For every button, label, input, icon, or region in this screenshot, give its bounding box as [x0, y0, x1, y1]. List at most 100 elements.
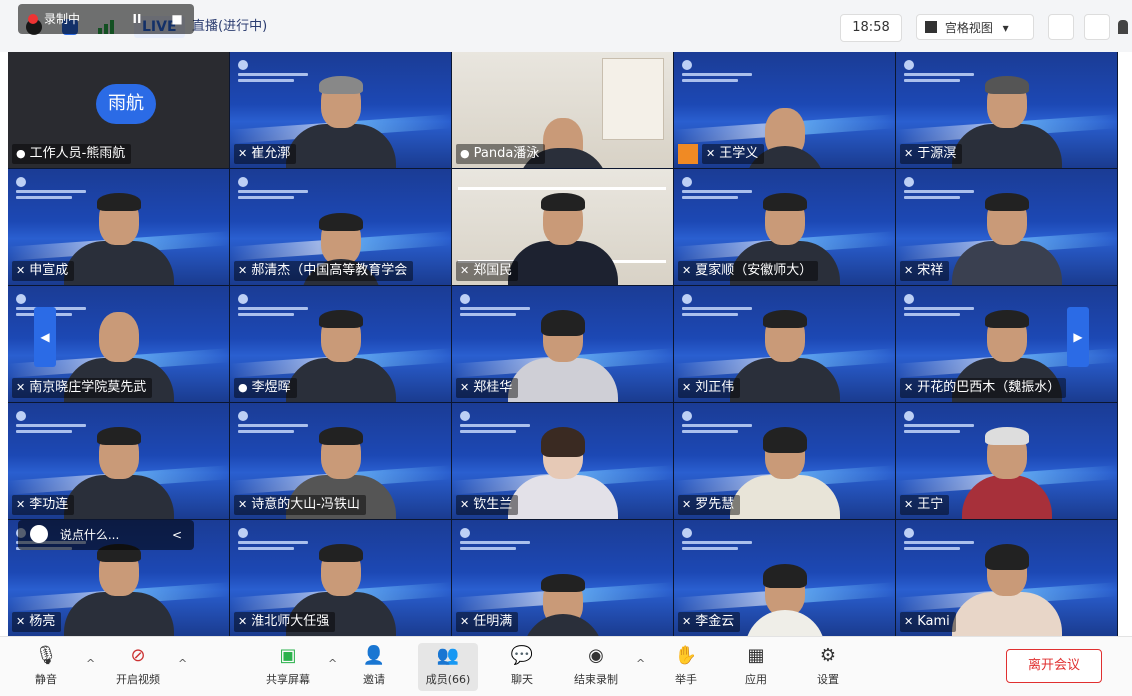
video-tile[interactable]: ✕ 申宣成: [8, 169, 229, 285]
participant-video: [744, 564, 825, 636]
video-tile[interactable]: ✕ 罗先慧: [674, 403, 895, 519]
participant-name: ✕ 任明满: [456, 612, 519, 632]
share-options-caret[interactable]: ^: [328, 657, 337, 670]
mute-button[interactable]: 🎙 静音: [16, 643, 76, 691]
grid-icon: [925, 21, 937, 33]
video-tile[interactable]: ✕ 郑桂华: [452, 286, 673, 402]
participant-name: ✕ 王宁: [900, 495, 950, 515]
video-tile[interactable]: ✕ 李金云: [674, 520, 895, 636]
participant-name: ✕ 开花的巴西木（魏振水）: [900, 378, 1067, 398]
participant-name: ✕ 李金云: [678, 612, 741, 632]
participant-video: [507, 310, 618, 402]
slide-header: [460, 528, 550, 550]
pause-recording-button[interactable]: II: [122, 4, 152, 34]
chat-quick-input[interactable]: 说点什么... <: [18, 520, 194, 550]
participant-video: [63, 427, 174, 519]
video-tile[interactable]: ✕ 郝清杰（中国高等教育学会: [230, 169, 451, 285]
cloud-record-button[interactable]: ◉ 结束录制: [566, 643, 626, 691]
record-icon: ◉: [588, 645, 604, 666]
microphone-muted-icon: ✕: [460, 381, 470, 394]
microphone-muted-icon: ✕: [904, 615, 914, 628]
mute-options-caret[interactable]: ^: [86, 657, 95, 670]
video-tile[interactable]: ✕ 淮北师大任强: [230, 520, 451, 636]
live-status[interactable]: 直播(进行中): [192, 16, 267, 38]
share-screen-button[interactable]: ▣ 共享屏幕: [258, 643, 318, 691]
participant-name: ✕ 杨亮: [12, 612, 62, 632]
apps-button[interactable]: ▦ 应用: [726, 643, 786, 691]
view-mode-label: 宫格视图: [944, 21, 993, 35]
settings-button[interactable]: ⚙ 设置: [798, 643, 858, 691]
microphone-muted-icon: ✕: [706, 147, 716, 160]
video-tile[interactable]: ✕ 夏家顺（安徽师大）: [674, 169, 895, 285]
next-page-button[interactable]: ▶: [1067, 307, 1089, 367]
avatar: 雨航: [96, 84, 156, 124]
user-icon[interactable]: [1118, 20, 1128, 34]
share-screen-icon: ▣: [279, 645, 297, 666]
apps-icon: ▦: [747, 645, 765, 666]
raise-hand-button[interactable]: ✋ 举手: [656, 643, 716, 691]
microphone-icon: 🎙: [34, 645, 58, 666]
recording-indicator: 录制中 II ■: [18, 4, 194, 34]
video-tile[interactable]: ✕ Kami: [896, 520, 1117, 636]
participant-video: [285, 310, 396, 402]
microphone-icon: ●: [238, 381, 248, 394]
members-icon: 👥: [436, 645, 460, 666]
video-tile[interactable]: ✕ 任明满: [452, 520, 673, 636]
shelf: [602, 58, 664, 140]
microphone-muted-icon: ✕: [460, 498, 470, 511]
participant-name: ✕ 南京晓庄学院莫先武: [12, 378, 153, 398]
microphone-muted-icon: ✕: [460, 264, 470, 277]
members-button[interactable]: 👥 成员(66): [418, 643, 478, 691]
record-options-caret[interactable]: ^: [636, 657, 645, 670]
chevron-down-icon: ▾: [1002, 21, 1009, 35]
microphone-muted-icon: ✕: [16, 498, 26, 511]
participant-name: ✕ 李功连: [12, 495, 75, 515]
emoji-icon[interactable]: [30, 525, 48, 543]
participant-name: ✕ 钦生兰: [456, 495, 519, 515]
participant-video: [63, 193, 174, 285]
participant-video: [507, 427, 618, 519]
participant-name: ✕ 诗意的大山-冯铁山: [234, 495, 366, 515]
invite-button[interactable]: 👤 邀请: [344, 643, 404, 691]
video-tile[interactable]: ✕ 李功连: [8, 403, 229, 519]
sidebar-toggle-button[interactable]: [1084, 14, 1110, 40]
microphone-muted-icon: ✕: [238, 615, 248, 628]
collapse-chat-button[interactable]: <: [172, 520, 182, 550]
leave-meeting-button[interactable]: 离开会议: [1006, 649, 1102, 683]
fullscreen-button[interactable]: [1048, 14, 1074, 40]
video-tile[interactable]: ✕ 崔允漷: [230, 52, 451, 168]
record-dot-icon: [28, 14, 38, 24]
microphone-muted-icon: ✕: [460, 615, 470, 628]
video-tile[interactable]: ● 李煜晖: [230, 286, 451, 402]
video-tile[interactable]: ✕ 宋祥: [896, 169, 1117, 285]
gear-icon: ⚙: [819, 645, 837, 666]
chat-button[interactable]: 💬 聊天: [492, 643, 552, 691]
participant-video: [729, 427, 840, 519]
video-tile[interactable]: ✕ 刘正伟: [674, 286, 895, 402]
participant-name: ✕ 郑桂华: [456, 378, 519, 398]
prev-page-button[interactable]: ◀: [34, 307, 56, 367]
participant-name: ✕ 宋祥: [900, 261, 950, 281]
microphone-muted-icon: ✕: [904, 264, 914, 277]
video-tile[interactable]: ✕ 诗意的大山-冯铁山: [230, 403, 451, 519]
microphone-muted-icon: ✕: [238, 147, 248, 160]
video-options-caret[interactable]: ^: [178, 657, 187, 670]
view-mode-dropdown[interactable]: 宫格视图 ▾: [916, 14, 1034, 40]
video-tile[interactable]: 雨航 ● 工作人员-熊雨航: [8, 52, 229, 168]
video-tile[interactable]: ✕ 于源溟: [896, 52, 1117, 168]
slide-header: [238, 177, 328, 199]
meeting-clock: 18:58: [840, 14, 902, 42]
microphone-muted-icon: ✕: [238, 498, 248, 511]
video-tile[interactable]: ● Panda潘泳: [452, 52, 673, 168]
video-tile[interactable]: ✕ 郑国民: [452, 169, 673, 285]
video-tile[interactable]: ✕ 王宁: [896, 403, 1117, 519]
participant-video: [951, 544, 1062, 636]
participant-name: ✕ 郑国民: [456, 261, 519, 281]
participant-video: [507, 193, 618, 285]
participant-video: [522, 574, 603, 636]
video-tile[interactable]: ✕ 王学义: [674, 52, 895, 168]
start-video-button[interactable]: ⊘ 开启视频: [108, 643, 168, 691]
stop-recording-button[interactable]: ■: [162, 4, 192, 34]
video-tile[interactable]: ✕ 钦生兰: [452, 403, 673, 519]
microphone-muted-icon: ✕: [238, 264, 248, 277]
